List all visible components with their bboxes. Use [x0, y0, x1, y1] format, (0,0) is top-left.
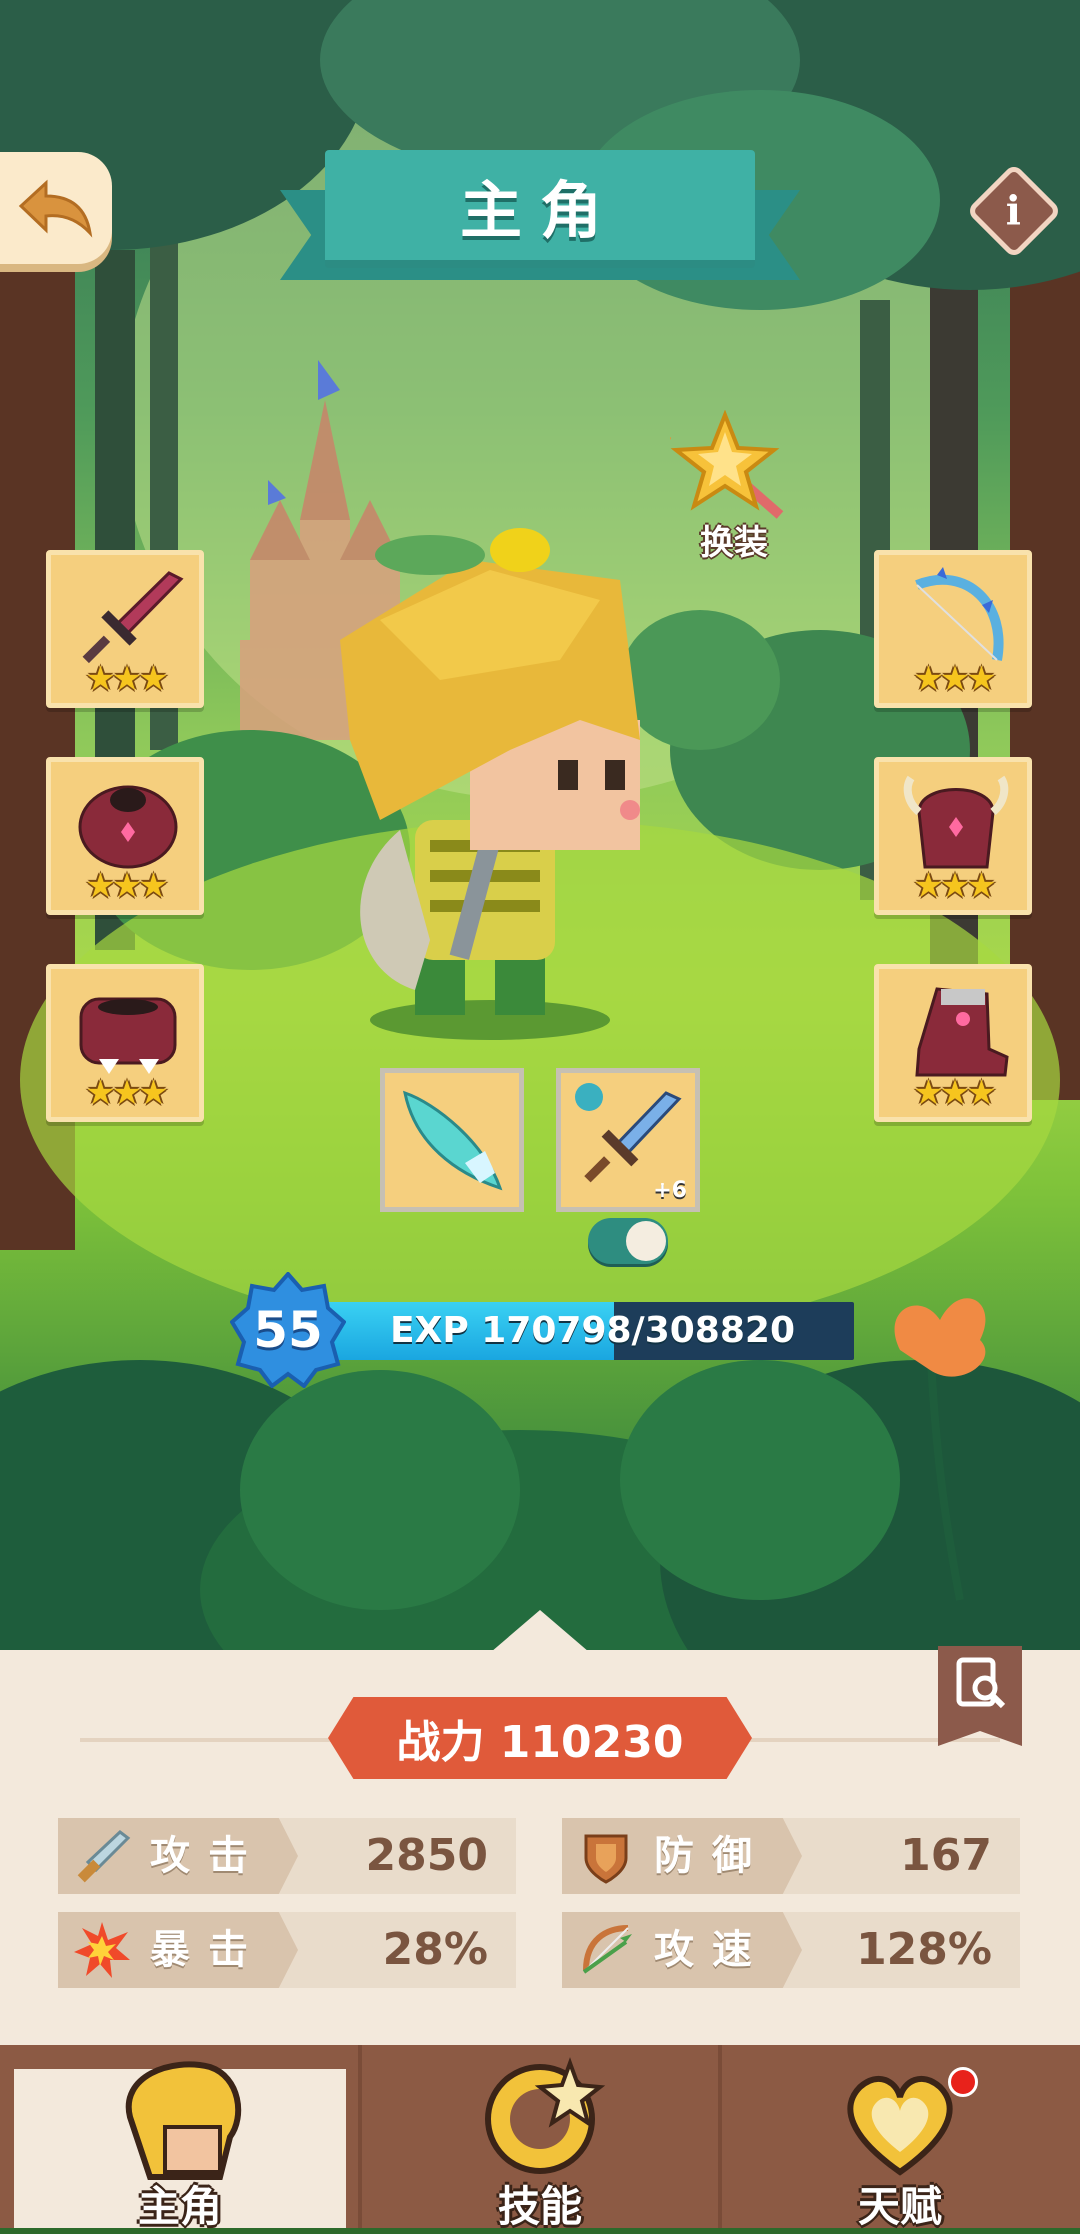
tab-skills[interactable]: 技能	[360, 2045, 720, 2231]
stat-attack: 攻击 2850	[58, 1818, 516, 1894]
star-wand-icon	[670, 410, 784, 519]
page-title: 主角	[459, 174, 620, 247]
stat-crit-label: 暴击	[150, 1927, 266, 1973]
stat-defense: 防御 167	[562, 1818, 1020, 1894]
tab-skills-label: 技能	[497, 2182, 582, 2231]
combat-power-text: 战力 110230	[396, 1717, 684, 1768]
info-icon: i	[1006, 187, 1022, 235]
swap-costume-button[interactable]: 换装	[660, 410, 820, 570]
stat-defense-label: 防御	[654, 1833, 770, 1879]
star-rating: ★★★	[85, 1073, 168, 1113]
equipment-slot-weapon[interactable]: ★★★	[46, 550, 204, 708]
combat-power-banner: 战力 110230	[328, 1697, 752, 1779]
enhance-level: +6	[653, 1178, 687, 1203]
star-rating: ★★★	[913, 866, 996, 906]
shield-icon	[584, 1834, 628, 1884]
tab-hero[interactable]: 主角	[0, 2045, 360, 2231]
star-rating: ★★★	[85, 659, 168, 699]
helmet-icon	[903, 775, 1009, 869]
main-weapon-slot[interactable]: +6	[556, 1068, 700, 1212]
stat-attack-speed: 攻速 128%	[562, 1912, 1020, 1988]
equipment-slot-boots[interactable]: ★★★	[874, 964, 1032, 1122]
stat-crit-value: 28%	[382, 1924, 488, 1975]
explosion-icon	[74, 1922, 130, 1978]
hero-character	[340, 528, 640, 1040]
tab-hero-label: 主角	[137, 2182, 222, 2231]
equipment-slot-armor[interactable]: ★★★	[46, 757, 204, 915]
back-arrow-icon	[18, 179, 93, 238]
feather-blade-icon	[403, 1090, 503, 1191]
bow-icon	[915, 567, 1004, 661]
boots-icon	[915, 987, 1009, 1077]
exp-bar: EXP 170798/308820	[318, 1302, 854, 1360]
star-rating: ★★★	[913, 1073, 996, 1113]
bow-arrow-icon	[582, 1925, 632, 1974]
tab-talent-label: 天赋	[857, 2182, 942, 2231]
stat-attack-label: 攻击	[150, 1833, 266, 1879]
title-ribbon: 主角	[325, 150, 755, 268]
chest-armor-icon	[78, 785, 178, 869]
star-rating: ★★★	[913, 659, 996, 699]
sword-icon	[82, 571, 184, 664]
stat-defense-value: 167	[900, 1830, 992, 1881]
stats-detail-button[interactable]	[938, 1646, 1022, 1746]
hero-head-icon	[125, 2061, 242, 2180]
star-rating: ★★★	[85, 866, 168, 906]
equipment-slot-pants[interactable]: ★★★	[46, 964, 204, 1122]
sword-icon	[77, 1830, 131, 1883]
stat-attack-speed-value: 128%	[856, 1924, 992, 1975]
equipment-slot-helmet[interactable]: ★★★	[874, 757, 1032, 915]
weapon-toggle-switch[interactable]	[588, 1218, 668, 1264]
magnifier-document-icon	[956, 1657, 1006, 1709]
swap-costume-label: 换装	[700, 523, 768, 563]
tab-talent[interactable]: 天赋	[720, 2045, 1080, 2231]
stat-attack-value: 2850	[365, 1830, 488, 1881]
toggle-knob	[626, 1221, 666, 1261]
notification-badge	[948, 2067, 978, 2097]
equipment-slot-bow[interactable]: ★★★	[874, 550, 1032, 708]
exp-text: EXP 170798/308820	[390, 1310, 795, 1351]
back-button[interactable]	[0, 152, 112, 264]
level-badge: 55	[229, 1270, 347, 1389]
skill-star-icon	[485, 2057, 606, 2174]
stat-crit: 暴击 28%	[58, 1912, 516, 1988]
stat-attack-speed-label: 攻速	[654, 1927, 770, 1973]
pants-armor-icon	[79, 997, 177, 1074]
secondary-weapon-slot[interactable]	[380, 1068, 524, 1212]
level-value: 55	[253, 1301, 323, 1359]
